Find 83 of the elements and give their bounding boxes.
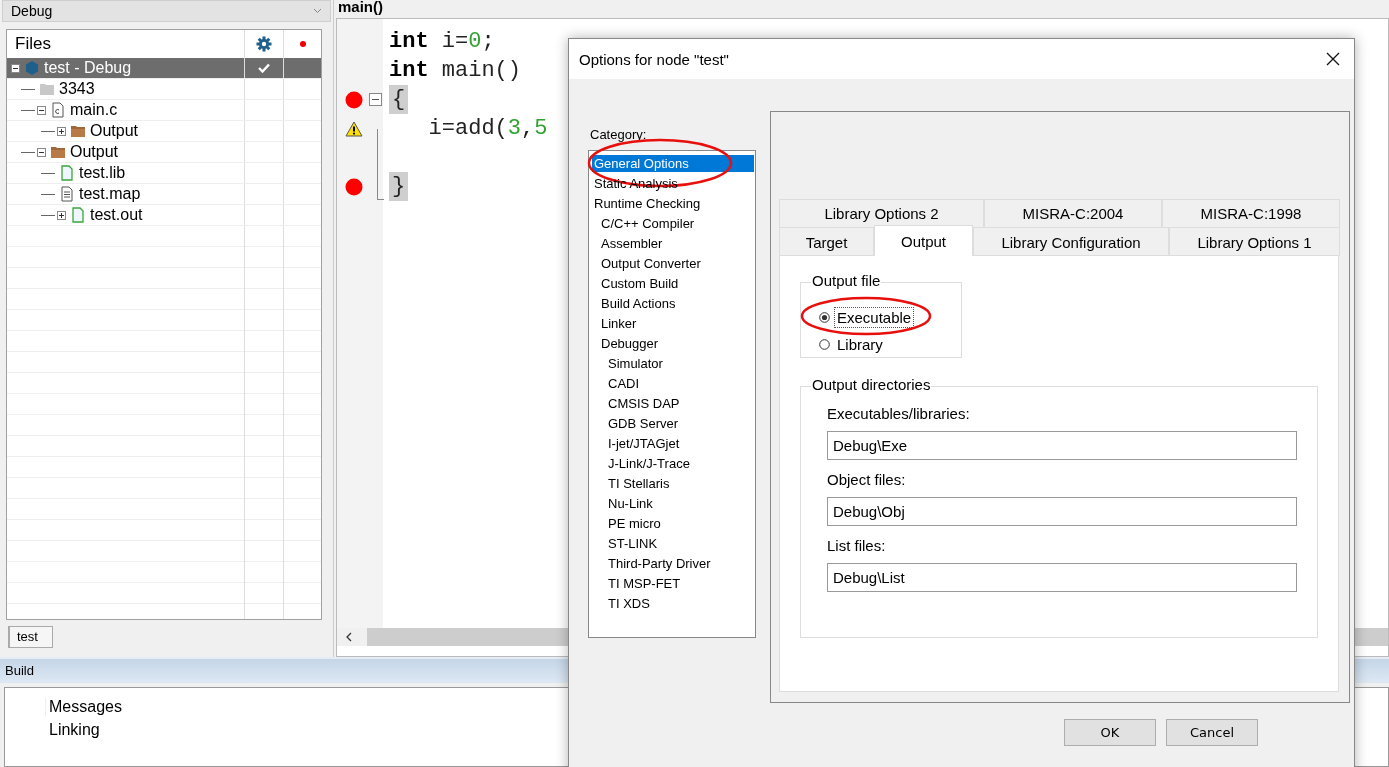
collapse-box[interactable] (369, 93, 382, 106)
category-item[interactable]: Nu-Link (606, 494, 655, 512)
column-header: Messages (45, 698, 122, 716)
radio-button[interactable] (819, 312, 830, 323)
file-name[interactable]: Output (68, 143, 119, 161)
breakpoint-icon[interactable] (345, 177, 363, 196)
tab[interactable]: Target (779, 227, 874, 256)
close-icon[interactable] (1326, 52, 1340, 66)
editor-tab[interactable]: main() (336, 0, 1389, 16)
gear-icon (256, 36, 273, 52)
folder-icon (70, 123, 86, 139)
code-line: int main() (389, 58, 522, 83)
group-title: Output directories (811, 376, 932, 393)
build-message: Linking (48, 721, 100, 739)
c-file-icon (50, 102, 66, 118)
category-item[interactable]: PE micro (606, 514, 663, 532)
dialog-button[interactable]: OK (1064, 719, 1156, 746)
dialog-button[interactable]: Cancel (1166, 719, 1258, 746)
file-name[interactable]: Output (88, 122, 139, 140)
configuration-dropdown[interactable]: Debug (2, 0, 331, 22)
dot-icon (299, 41, 306, 47)
breakpoint-icon[interactable] (345, 90, 363, 109)
fold-line (377, 129, 384, 200)
folder-icon (50, 144, 66, 160)
category-item[interactable]: Third-Party Driver (606, 554, 713, 572)
file-icon (59, 165, 75, 181)
tab[interactable]: Output (874, 225, 973, 256)
expander-box[interactable] (37, 105, 46, 115)
expander-box[interactable] (37, 147, 46, 157)
radio-button[interactable] (819, 339, 830, 350)
category-item[interactable]: J-Link/J-Trace (606, 454, 692, 472)
category-item[interactable]: CADI (606, 374, 642, 392)
radio-label[interactable]: Executable (834, 307, 915, 328)
text-file-icon (59, 186, 75, 202)
code-line: i=add(3,5 (427, 116, 548, 141)
field-label: Object files: (827, 471, 907, 488)
category-item[interactable]: I-jet/JTAGjet (606, 434, 682, 452)
file-name[interactable]: test.map (77, 185, 141, 203)
tab[interactable]: MISRA-C:2004 (984, 199, 1162, 227)
category-item[interactable]: Output Converter (599, 254, 703, 272)
category-item[interactable]: ST-LINK (606, 534, 660, 552)
field-label: Executables/libraries: (827, 405, 971, 422)
category-label: Category: (590, 127, 648, 142)
scroll-left-icon[interactable] (345, 632, 353, 642)
file-name[interactable]: 3343 (57, 80, 95, 98)
expander-box[interactable] (57, 210, 66, 220)
folder-icon (39, 81, 55, 97)
expander-box[interactable] (57, 126, 66, 136)
category-item[interactable]: TI XDS (606, 594, 652, 612)
category-item[interactable]: Runtime Checking (592, 194, 703, 212)
tab[interactable]: Library Options 2 (779, 199, 984, 227)
category-item[interactable]: General Options (592, 154, 754, 172)
category-item[interactable]: TI MSP-FET (606, 574, 683, 592)
input-field[interactable]: Debug\Obj (827, 497, 1297, 526)
category-item[interactable]: Debugger (599, 334, 661, 352)
workspace-tab[interactable]: test (8, 626, 53, 648)
tab[interactable]: Library Configuration (973, 227, 1169, 256)
dialog-title: Options for node "test" (579, 50, 729, 68)
cube-icon (24, 60, 40, 76)
category-item[interactable]: Assembler (599, 234, 665, 252)
file-name[interactable]: main.c (68, 101, 118, 119)
chevron-down-icon (313, 8, 322, 14)
category-item[interactable]: Simulator (606, 354, 665, 372)
file-icon (70, 207, 86, 223)
column-header: Files (14, 34, 52, 54)
code-line: int i=0; (389, 29, 495, 54)
category-item[interactable]: C/C++ Compiler (599, 214, 697, 232)
category-item[interactable]: GDB Server (606, 414, 681, 432)
input-field[interactable]: Debug\List (827, 563, 1297, 592)
file-name[interactable]: test.lib (77, 164, 126, 182)
field-label: List files: (827, 537, 887, 554)
radio-label[interactable]: Library (834, 334, 886, 355)
tab[interactable]: MISRA-C:1998 (1162, 199, 1340, 227)
input-field[interactable]: Debug\Exe (827, 431, 1297, 460)
group-title: Output file (811, 272, 882, 289)
category-item[interactable]: CMSIS DAP (606, 394, 682, 412)
category-item[interactable]: Custom Build (599, 274, 681, 292)
category-item[interactable]: Build Actions (599, 294, 678, 312)
category-item[interactable]: TI Stellaris (606, 474, 672, 492)
tab[interactable]: Library Options 1 (1169, 227, 1340, 256)
file-name[interactable]: test.out (88, 206, 143, 224)
expander-box[interactable] (11, 63, 20, 73)
category-item[interactable]: Linker (599, 314, 639, 332)
